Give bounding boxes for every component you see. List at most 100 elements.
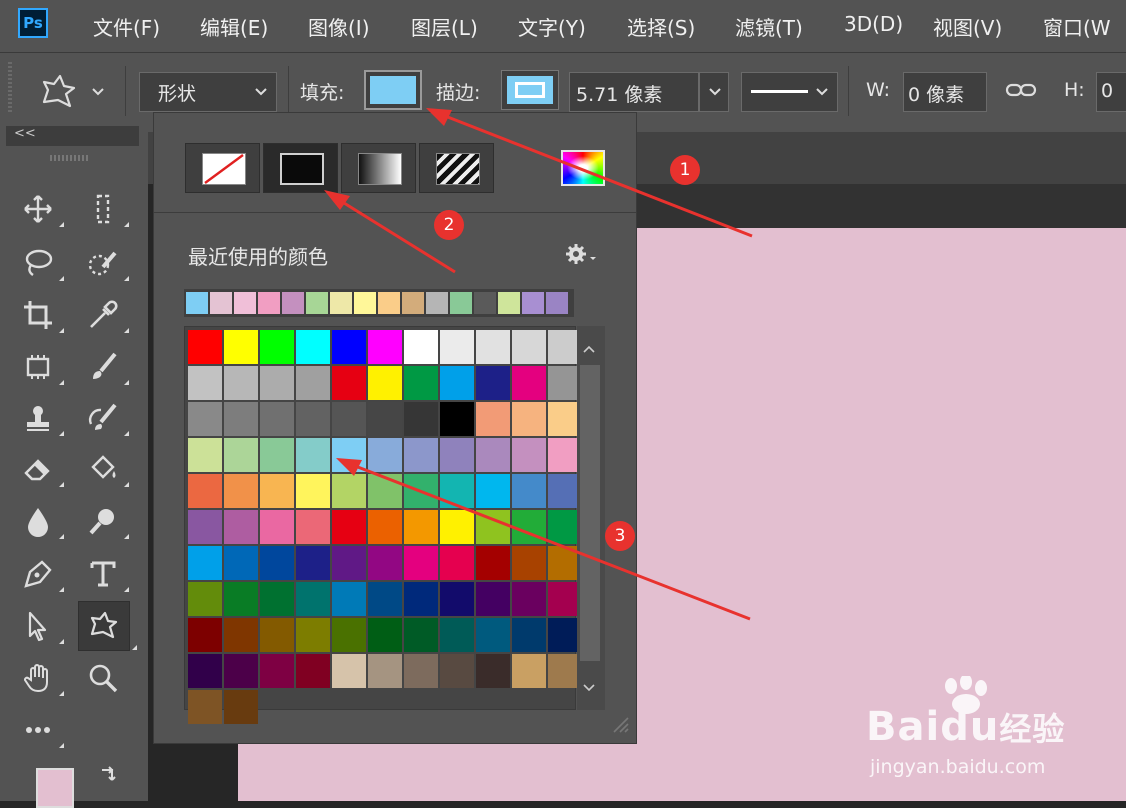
height-input[interactable]: 0	[1096, 72, 1126, 112]
menu-edit[interactable]: 编辑(E)	[200, 12, 268, 41]
color-swatch[interactable]	[476, 654, 510, 688]
recent-color-swatch[interactable]	[258, 292, 280, 314]
menu-select[interactable]: 选择(S)	[627, 12, 695, 41]
color-swatch[interactable]	[368, 618, 402, 652]
color-swatch[interactable]	[512, 582, 546, 616]
recent-color-swatch[interactable]	[282, 292, 304, 314]
color-swatch[interactable]	[224, 438, 258, 472]
stroke-type-select[interactable]	[741, 72, 838, 112]
mode-select[interactable]: 形状	[139, 72, 277, 112]
color-swatch[interactable]	[224, 510, 258, 544]
color-swatch[interactable]	[224, 546, 258, 580]
color-swatch[interactable]	[440, 582, 474, 616]
color-swatch[interactable]	[260, 438, 294, 472]
color-swatch[interactable]	[512, 330, 546, 364]
frame-tool-icon[interactable]	[20, 349, 64, 385]
color-swatch[interactable]	[440, 366, 474, 400]
color-swatch[interactable]	[332, 582, 366, 616]
color-swatch[interactable]	[476, 618, 510, 652]
color-swatch[interactable]	[224, 330, 258, 364]
color-swatch[interactable]	[332, 618, 366, 652]
zoom-tool-icon[interactable]	[85, 660, 121, 696]
color-swatch[interactable]	[188, 618, 222, 652]
blur-tool-icon[interactable]	[20, 503, 64, 539]
color-swatch[interactable]	[332, 330, 366, 364]
pattern-button[interactable]	[419, 143, 494, 193]
color-swatch[interactable]	[476, 582, 510, 616]
color-swatch[interactable]	[296, 654, 330, 688]
crop-tool-icon[interactable]	[20, 297, 64, 333]
color-swatch[interactable]	[476, 330, 510, 364]
color-swatch[interactable]	[188, 330, 222, 364]
menu-image[interactable]: 图像(I)	[308, 12, 370, 41]
color-swatch[interactable]	[296, 582, 330, 616]
color-swatch[interactable]	[440, 510, 474, 544]
color-swatch[interactable]	[440, 402, 474, 436]
color-swatch[interactable]	[368, 402, 402, 436]
color-swatch[interactable]	[332, 438, 366, 472]
color-swatch[interactable]	[296, 546, 330, 580]
color-swatch[interactable]	[476, 546, 510, 580]
tool-preset-picker[interactable]	[38, 72, 108, 112]
options-grip[interactable]	[8, 62, 12, 112]
color-swatch[interactable]	[188, 438, 222, 472]
color-swatch[interactable]	[296, 366, 330, 400]
color-swatch[interactable]	[476, 510, 510, 544]
color-swatch[interactable]	[368, 654, 402, 688]
solid-color-button[interactable]	[263, 143, 338, 193]
color-swatch[interactable]	[224, 618, 258, 652]
stroke-color-button[interactable]	[501, 70, 559, 110]
color-swatch[interactable]	[188, 582, 222, 616]
color-swatch[interactable]	[512, 654, 546, 688]
tools-grip[interactable]	[50, 155, 90, 161]
menu-layer[interactable]: 图层(L)	[411, 12, 478, 41]
recent-color-swatch[interactable]	[522, 292, 544, 314]
color-swatch[interactable]	[512, 402, 546, 436]
color-swatch[interactable]	[404, 618, 438, 652]
color-swatch[interactable]	[188, 402, 222, 436]
collapse-panel-icon[interactable]: <<	[14, 126, 36, 141]
marquee-tool-icon[interactable]	[85, 191, 129, 227]
eyedropper-tool-icon[interactable]	[85, 297, 129, 333]
color-swatch[interactable]	[296, 510, 330, 544]
color-swatch[interactable]	[404, 366, 438, 400]
recent-color-swatch[interactable]	[330, 292, 352, 314]
scrollbar-thumb[interactable]	[580, 365, 600, 661]
recent-color-swatch[interactable]	[402, 292, 424, 314]
recent-color-swatch[interactable]	[234, 292, 256, 314]
color-swatch[interactable]	[224, 582, 258, 616]
color-swatch[interactable]	[512, 618, 546, 652]
color-swatch[interactable]	[404, 330, 438, 364]
width-input[interactable]: 0 像素	[903, 72, 987, 112]
color-swatch[interactable]	[440, 654, 474, 688]
color-swatch[interactable]	[188, 690, 222, 724]
color-swatch[interactable]	[224, 654, 258, 688]
eraser-tool-icon[interactable]	[20, 451, 64, 487]
color-swatch[interactable]	[260, 366, 294, 400]
paint-bucket-tool-icon[interactable]	[85, 451, 129, 487]
color-swatch[interactable]	[440, 618, 474, 652]
menu-3d[interactable]: 3D(D)	[844, 12, 903, 36]
hand-tool-icon[interactable]	[20, 660, 64, 696]
gear-icon[interactable]	[564, 242, 600, 268]
pen-tool-icon[interactable]	[20, 556, 64, 592]
color-swatch[interactable]	[368, 474, 402, 508]
color-swatch[interactable]	[476, 474, 510, 508]
color-swatch[interactable]	[332, 546, 366, 580]
color-swatch[interactable]	[368, 582, 402, 616]
recent-color-swatch[interactable]	[378, 292, 400, 314]
path-selection-tool-icon[interactable]	[20, 608, 64, 644]
recent-color-swatch[interactable]	[354, 292, 376, 314]
recent-color-swatch[interactable]	[474, 292, 496, 314]
color-swatch[interactable]	[188, 546, 222, 580]
color-swatch[interactable]	[404, 402, 438, 436]
quick-selection-tool-icon[interactable]	[85, 245, 129, 281]
menu-filter[interactable]: 滤镜(T)	[735, 12, 803, 41]
color-swatch[interactable]	[332, 366, 366, 400]
color-swatch[interactable]	[296, 402, 330, 436]
menu-file[interactable]: 文件(F)	[93, 12, 160, 41]
color-swatch[interactable]	[260, 582, 294, 616]
color-swatch[interactable]	[404, 546, 438, 580]
color-swatch[interactable]	[404, 438, 438, 472]
color-swatch[interactable]	[260, 618, 294, 652]
